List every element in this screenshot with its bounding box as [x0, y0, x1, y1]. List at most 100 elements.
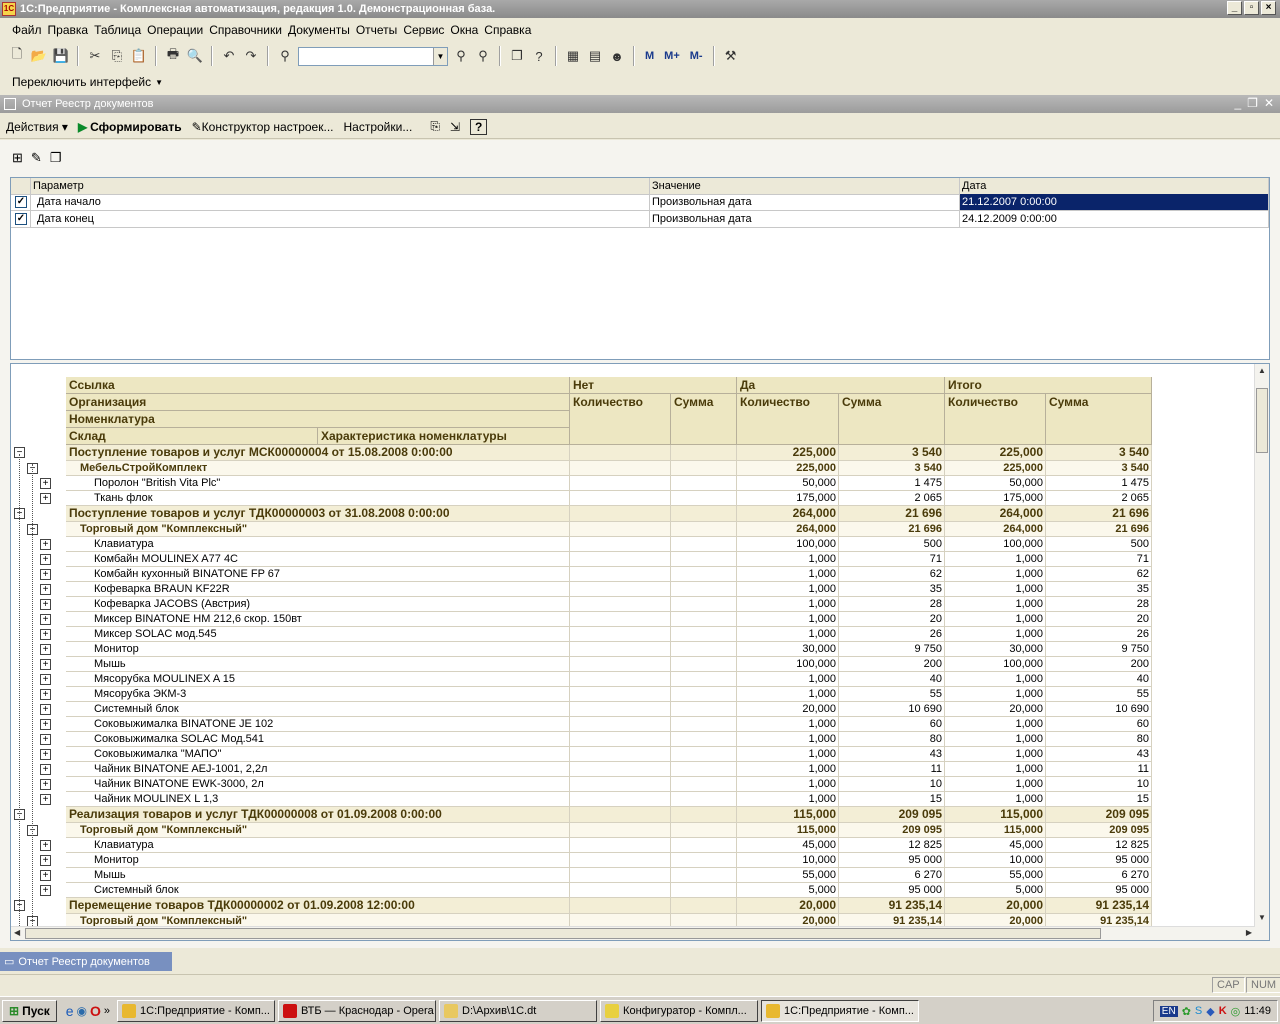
scroll-down-icon[interactable]: ▼ [1258, 913, 1266, 922]
report-row[interactable]: Чайник BINATONE AEJ-1001, 2,2л 1,000 11 1,0… [66, 762, 1152, 777]
checkbox[interactable]: ✓ [15, 213, 27, 225]
report-row[interactable]: МебельСтройКомплект 225,000 3 540 225,000 3 … [66, 461, 1152, 476]
expand-icon[interactable]: + [40, 855, 51, 866]
skype-icon[interactable]: S [1195, 1005, 1202, 1017]
header-value[interactable]: Значение [650, 178, 960, 195]
report-row[interactable]: Клавиатура 45,000 12 825 45,000 12 825 [66, 838, 1152, 853]
menu-item-7[interactable]: Сервис [403, 23, 444, 37]
parameter-date[interactable]: 24.12.2009 0:00:00 [960, 211, 1269, 228]
calendar-icon[interactable]: ▤ [586, 47, 604, 65]
expand-icon[interactable]: + [40, 629, 51, 640]
scroll-up-icon[interactable]: ▲ [1258, 366, 1266, 375]
restore-settings-icon[interactable]: ⇲ [450, 120, 460, 134]
chevron-down-icon[interactable]: ▼ [433, 47, 447, 65]
report-row[interactable]: Поступление товаров и услуг МСК00000004 … [66, 445, 1152, 461]
expand-icon[interactable]: + [40, 659, 51, 670]
expand-icon[interactable]: + [40, 614, 51, 625]
print-preview-icon[interactable]: 🔍 [186, 47, 204, 65]
horizontal-scroll-thumb[interactable] [25, 928, 1101, 939]
show-desktop-icon[interactable]: ◉ [77, 1004, 87, 1018]
copy-icon[interactable]: ⎘ [108, 47, 126, 65]
expand-icon[interactable]: + [40, 599, 51, 610]
window-tab-report[interactable]: ▭ Отчет Реестр документов [0, 952, 172, 971]
paste-icon[interactable]: 📋 [130, 47, 148, 65]
menu-item-2[interactable]: Таблица [94, 23, 141, 37]
menu-item-6[interactable]: Отчеты [356, 23, 397, 37]
expand-icon[interactable]: + [40, 779, 51, 790]
undo-icon[interactable]: ↶ [220, 47, 238, 65]
report-row[interactable]: Комбайн кухонный BINATONE FP 67 1,000 62 1,… [66, 567, 1152, 582]
start-button[interactable]: ⊞ Пуск [2, 999, 57, 1022]
expand-icon[interactable]: + [40, 885, 51, 896]
vertical-scroll-thumb[interactable] [1256, 388, 1268, 453]
taskbar-item[interactable]: ВТБ — Краснодар - Opera [278, 999, 437, 1022]
actions-menu-button[interactable]: Действия ▾ [6, 120, 68, 134]
parameter-name[interactable]: Дата начало [31, 194, 650, 211]
parameter-row[interactable]: ✓ Дата начало Произвольная дата 21.12.20… [11, 194, 1269, 211]
report-row[interactable]: Системный блок 5,000 95 000 5,000 95 000 [66, 883, 1152, 898]
antivirus-icon[interactable]: ◆ [1206, 1005, 1214, 1018]
sub-restore-button[interactable]: ❐ [1247, 96, 1258, 110]
horizontal-scrollbar[interactable]: ◀ ▶ [11, 926, 1255, 940]
parameter-date[interactable]: 21.12.2007 0:00:00 [960, 194, 1269, 211]
copy-settings-icon[interactable]: ⎘ [430, 119, 440, 134]
copy-row-icon[interactable]: ❐ [50, 150, 62, 166]
scroll-left-icon[interactable]: ◀ [14, 928, 20, 937]
expand-icon[interactable]: + [40, 539, 51, 550]
help-1c-icon[interactable]: ? [530, 47, 548, 65]
report-row[interactable]: Мясорубка ЭКМ-3 1,000 55 1,000 55 [66, 687, 1152, 702]
maximize-button[interactable]: ▫ [1244, 1, 1259, 15]
expand-icon[interactable]: + [40, 749, 51, 760]
memory-minus-button[interactable]: M- [690, 50, 703, 62]
report-row[interactable]: Чайник BINATONE EWK-3000, 2л 1,000 10 1,000… [66, 777, 1152, 792]
report-spreadsheet[interactable]: − − + + − − + + + + + + + + + + + + + + + + + + − − + + + + − − Ссылка … [10, 363, 1270, 941]
report-row[interactable]: Соковыжималка "МАПО" 1,000 43 1,000 43 [66, 747, 1152, 762]
parameter-row[interactable]: ✓ Дата конец Произвольная дата 24.12.200… [11, 211, 1269, 228]
expand-icon[interactable]: + [40, 493, 51, 504]
menu-item-0[interactable]: Файл [12, 23, 42, 37]
expand-icon[interactable]: + [40, 569, 51, 580]
spreadsheet-icon[interactable]: ▦ [564, 47, 582, 65]
expand-icon[interactable]: + [40, 584, 51, 595]
report-row[interactable]: Миксер BINATONE HM 212,6 скор. 150вт 1,00… [66, 612, 1152, 627]
constructor-button[interactable]: ✎Конструктор настроек... [192, 120, 334, 134]
save-icon[interactable]: 💾 [52, 47, 70, 65]
quicklaunch-more-icon[interactable]: » [104, 1005, 110, 1017]
report-row[interactable]: Монитор 10,000 95 000 10,000 95 000 [66, 853, 1152, 868]
add-row-icon[interactable]: ⊞ [12, 150, 23, 166]
menu-item-8[interactable]: Окна [450, 23, 478, 37]
expand-icon[interactable]: + [40, 734, 51, 745]
find-next-icon[interactable]: ⚲ [452, 47, 470, 65]
taskbar-item[interactable]: 1С:Предприятие - Комп... [117, 999, 276, 1022]
kaspersky-icon[interactable]: K [1219, 1005, 1227, 1017]
redo-icon[interactable]: ↷ [242, 47, 260, 65]
update-icon[interactable]: ◎ [1231, 1005, 1241, 1018]
generate-button[interactable]: ▶ Сформировать [78, 120, 182, 134]
expand-icon[interactable]: + [40, 764, 51, 775]
report-row[interactable]: Поролон "British Vita Plc" 50,000 1 475 50,… [66, 476, 1152, 491]
taskbar-item[interactable]: Конфигуратор - Компл... [600, 999, 759, 1022]
parameter-name[interactable]: Дата конец [31, 211, 650, 228]
report-row[interactable]: Комбайн MOULINEX A77 4C 1,000 71 1,000 71 [66, 552, 1152, 567]
menu-item-3[interactable]: Операции [147, 23, 203, 37]
search-combo[interactable]: ▼ [298, 46, 448, 66]
memory-plus-button[interactable]: M+ [664, 50, 680, 62]
network-icon[interactable]: ✿ [1182, 1005, 1191, 1018]
new-document-icon[interactable]: 🗋 [8, 46, 26, 65]
language-indicator[interactable]: EN [1159, 1005, 1178, 1017]
report-row[interactable]: Поступление товаров и услуг ТДК00000003 … [66, 506, 1152, 522]
memory-button[interactable]: M [645, 50, 654, 62]
header-parameter[interactable]: Параметр [31, 178, 650, 195]
cut-icon[interactable]: ✂ [86, 47, 104, 65]
report-row[interactable]: Кофеварка BRAUN KF22R 1,000 35 1,000 35 [66, 582, 1152, 597]
expand-icon[interactable]: + [40, 870, 51, 881]
expand-icon[interactable]: + [40, 478, 51, 489]
taskbar-item[interactable]: D:\Архив\1C.dt [439, 999, 598, 1022]
vertical-scrollbar[interactable]: ▲ ▼ [1254, 364, 1269, 940]
menu-item-1[interactable]: Правка [48, 23, 89, 37]
binoculars-icon[interactable]: ⚲ [276, 47, 294, 65]
report-row[interactable]: Кофеварка JACOBS (Австрия) 1,000 28 1,000 28 [66, 597, 1152, 612]
expand-icon[interactable]: + [40, 674, 51, 685]
report-row[interactable]: Системный блок 20,000 10 690 20,000 10 690 [66, 702, 1152, 717]
report-row[interactable]: Мышь 55,000 6 270 55,000 6 270 [66, 868, 1152, 883]
